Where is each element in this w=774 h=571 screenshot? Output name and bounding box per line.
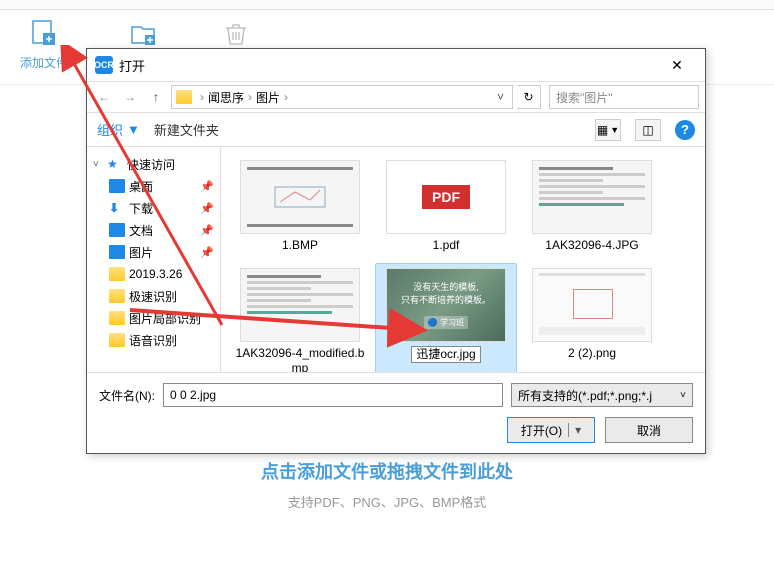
pdf-icon: PDF bbox=[422, 185, 470, 209]
chevron-down-icon: ˅ bbox=[680, 390, 686, 401]
filename-input[interactable] bbox=[163, 383, 503, 407]
tree-documents[interactable]: 文档 📌 bbox=[87, 219, 220, 241]
tree-pictures[interactable]: 图片 📌 bbox=[87, 241, 220, 263]
file-item[interactable]: 1.BMP bbox=[229, 155, 371, 259]
dropzone-sub-text: 支持PDF、PNG、JPG、BMP格式 bbox=[288, 492, 487, 511]
file-item[interactable]: 2 (2).png bbox=[521, 263, 663, 372]
dropzone-main-text: 点击添加文件或拖拽文件到此处 bbox=[261, 458, 513, 484]
file-thumbnail: 没有天生的模板, 只有不断培养的模板。 🔵 学习班 bbox=[386, 268, 506, 342]
folder-tool-button[interactable] bbox=[128, 18, 160, 50]
file-thumbnail bbox=[532, 268, 652, 342]
dialog-app-icon: OCR bbox=[95, 56, 113, 74]
dialog-title: 打开 bbox=[119, 56, 657, 75]
file-name: 1AK32096-4_modified.bmp bbox=[235, 346, 365, 372]
tree-quick-access[interactable]: ˅ ★ 快速访问 bbox=[87, 153, 220, 175]
open-file-dialog: OCR 打开 ✕ ← → ↑ › 闻思序 › 图片 › ˅ ↻ 搜索"图片" 组… bbox=[86, 48, 706, 454]
close-icon: ✕ bbox=[671, 57, 683, 74]
file-list: 1.BMP PDF 1.pdf 1AK32096-4.JPG 1AK32096-… bbox=[221, 147, 705, 372]
trash-tool-button[interactable] bbox=[220, 18, 252, 50]
trash-icon bbox=[220, 18, 252, 50]
back-icon: ← bbox=[98, 90, 110, 104]
nav-back-button[interactable]: ← bbox=[93, 86, 115, 108]
organize-button[interactable]: 组织 ▼ bbox=[97, 120, 140, 139]
desktop-icon bbox=[109, 179, 125, 193]
tree-folder-fast[interactable]: 极速识别 bbox=[87, 285, 220, 307]
file-thumbnail bbox=[240, 268, 360, 342]
refresh-icon: ↻ bbox=[523, 90, 533, 104]
folder-icon bbox=[109, 267, 125, 281]
nav-up-button[interactable]: ↑ bbox=[145, 86, 167, 108]
document-icon bbox=[109, 223, 125, 237]
star-icon: ★ bbox=[107, 157, 123, 171]
new-folder-button[interactable]: 新建文件夹 bbox=[154, 120, 219, 139]
forward-icon: → bbox=[124, 90, 136, 104]
address-bar[interactable]: › 闻思序 › 图片 › ˅ bbox=[171, 85, 513, 109]
breadcrumb-sep: › bbox=[198, 90, 206, 104]
search-placeholder: 搜索"图片" bbox=[556, 89, 613, 106]
pin-icon: 📌 bbox=[200, 224, 214, 237]
pictures-icon bbox=[109, 245, 125, 259]
file-thumbnail: PDF bbox=[386, 160, 506, 234]
folder-icon bbox=[128, 18, 160, 50]
file-item[interactable]: PDF 1.pdf bbox=[375, 155, 517, 259]
folder-icon bbox=[176, 90, 192, 104]
open-button[interactable]: 打开(O) ▾ bbox=[507, 417, 595, 443]
filetype-select[interactable]: 所有支持的(*.pdf;*.png;*.j ˅ bbox=[511, 383, 693, 407]
folder-icon bbox=[109, 333, 125, 347]
help-button[interactable]: ? bbox=[675, 120, 695, 140]
breadcrumb-seg[interactable]: 图片 bbox=[256, 89, 280, 106]
add-file-button[interactable]: 添加文件 bbox=[20, 18, 68, 71]
thumbnails-icon: ▦ bbox=[597, 123, 608, 137]
filename-label: 文件名(N): bbox=[99, 387, 155, 404]
folder-icon bbox=[109, 311, 125, 325]
file-name: 1.pdf bbox=[433, 238, 460, 254]
refresh-button[interactable]: ↻ bbox=[517, 85, 541, 109]
cancel-button[interactable]: 取消 bbox=[605, 417, 693, 443]
tree-folder-date[interactable]: 2019.3.26 bbox=[87, 263, 220, 285]
tree-folder-voice[interactable]: 语音识别 bbox=[87, 329, 220, 351]
tree-desktop[interactable]: 桌面 📌 bbox=[87, 175, 220, 197]
file-name: 1AK32096-4.JPG bbox=[545, 238, 638, 254]
up-icon: ↑ bbox=[153, 90, 159, 104]
file-thumbnail bbox=[240, 160, 360, 234]
folder-tree: ˅ ★ 快速访问 桌面 📌 ⬇ 下载 📌 文档 📌 图片 bbox=[87, 147, 221, 372]
panel-icon: ◫ bbox=[642, 123, 653, 137]
search-input[interactable]: 搜索"图片" bbox=[549, 85, 699, 109]
tree-caret-icon: ˅ bbox=[93, 159, 103, 170]
add-file-label: 添加文件 bbox=[20, 54, 68, 71]
file-name: 1.BMP bbox=[282, 238, 318, 254]
preview-pane-button[interactable]: ◫ bbox=[635, 119, 661, 141]
file-name: 2 (2).png bbox=[568, 346, 616, 362]
file-item[interactable]: 1AK32096-4_modified.bmp bbox=[229, 263, 371, 372]
tree-downloads[interactable]: ⬇ 下载 📌 bbox=[87, 197, 220, 219]
folder-icon bbox=[109, 289, 125, 303]
view-mode-button[interactable]: ▦▼ bbox=[595, 119, 621, 141]
help-icon: ? bbox=[681, 122, 689, 137]
breadcrumb-sep: › bbox=[246, 90, 254, 104]
pin-icon: 📌 bbox=[200, 202, 214, 215]
split-button-arrow-icon[interactable]: ▾ bbox=[568, 423, 581, 437]
file-item[interactable]: 1AK32096-4.JPG bbox=[521, 155, 663, 259]
chevron-down-icon: ▼ bbox=[127, 122, 140, 137]
breadcrumb-seg[interactable]: 闻思序 bbox=[208, 89, 244, 106]
address-dropdown-button[interactable]: ˅ bbox=[493, 90, 508, 104]
file-item-selected[interactable]: 没有天生的模板, 只有不断培养的模板。 🔵 学习班 迅捷ocr.jpg bbox=[375, 263, 517, 372]
file-thumbnail bbox=[532, 160, 652, 234]
file-name: 迅捷ocr.jpg bbox=[411, 346, 480, 364]
breadcrumb-sep: › bbox=[282, 90, 290, 104]
tree-folder-partial[interactable]: 图片局部识别 bbox=[87, 307, 220, 329]
nav-forward-button[interactable]: → bbox=[119, 86, 141, 108]
add-file-icon bbox=[28, 18, 60, 50]
pin-icon: 📌 bbox=[200, 180, 214, 193]
pin-icon: 📌 bbox=[200, 246, 214, 259]
close-button[interactable]: ✕ bbox=[657, 51, 697, 79]
download-icon: ⬇ bbox=[109, 201, 125, 215]
